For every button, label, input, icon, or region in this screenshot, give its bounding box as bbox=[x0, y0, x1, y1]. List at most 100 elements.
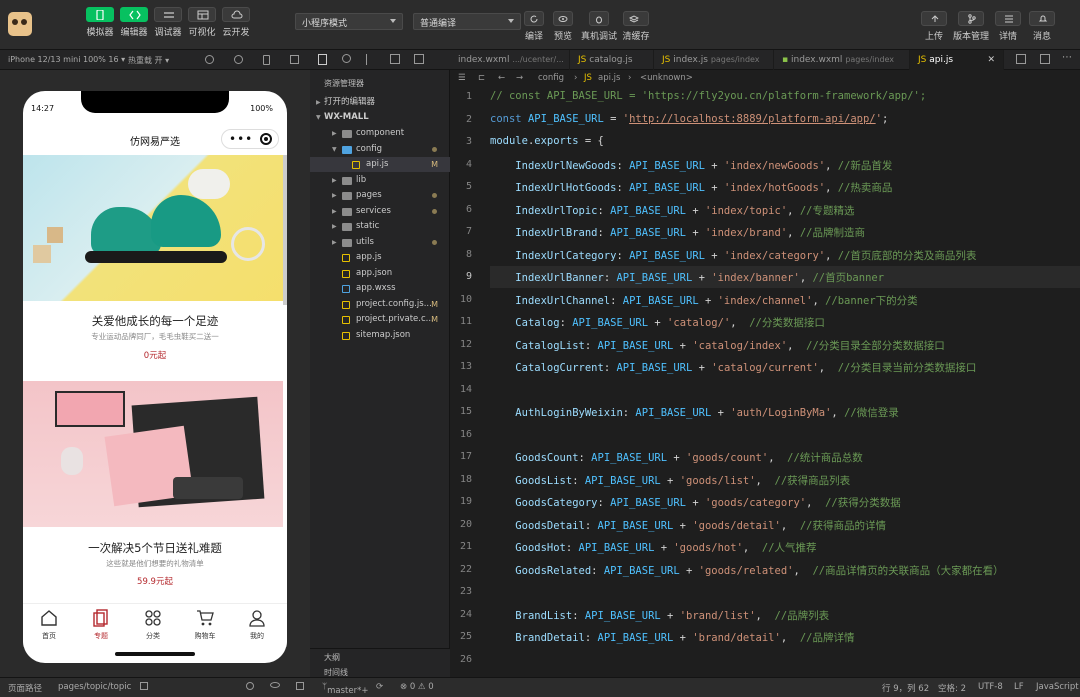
debug-icon[interactable] bbox=[390, 54, 400, 64]
tab-index-wxml-ucenter[interactable]: index.wxml .../ucenter/... bbox=[450, 50, 570, 70]
tree-item[interactable]: ▶ component bbox=[310, 126, 450, 141]
tree-item[interactable]: app.wxss bbox=[310, 281, 450, 296]
eye-icon[interactable] bbox=[270, 682, 280, 688]
source-control-icon[interactable] bbox=[366, 54, 375, 65]
messages-button[interactable]: 消息 bbox=[1020, 11, 1064, 42]
files-icon[interactable] bbox=[318, 54, 327, 65]
tree-item[interactable]: ▶ utils bbox=[310, 235, 450, 250]
sync-icon[interactable]: ⟳ bbox=[376, 682, 383, 692]
open-editors-section[interactable]: ▶ 打开的编辑器 bbox=[310, 95, 450, 110]
topic-price: 59.9元起 bbox=[137, 577, 173, 587]
mode-select[interactable]: 小程序模式 bbox=[295, 13, 403, 30]
tab-cart[interactable]: 购物车 bbox=[179, 608, 231, 641]
split-icon[interactable] bbox=[290, 55, 299, 64]
code-line: CatalogList: API_BASE_URL + 'catalog/ind… bbox=[515, 339, 945, 352]
menu-icon[interactable]: ☰ bbox=[458, 70, 466, 86]
clear-cache-button[interactable]: 清缓存 bbox=[614, 11, 658, 42]
code-line: GoodsHot: API_BASE_URL + 'goods/hot', //… bbox=[515, 542, 817, 554]
status-bar: 页面路径 pages/topic/topic ᛘ master*+ ⟳ ⊗ 0 … bbox=[0, 677, 1080, 697]
topic-image-gifts[interactable] bbox=[23, 381, 283, 527]
tab-mine[interactable]: 我的 bbox=[231, 608, 283, 641]
chevron-icon[interactable]: ▼ bbox=[332, 142, 337, 157]
bookmark-icon[interactable]: ⊏ bbox=[478, 70, 485, 86]
phone-icon bbox=[86, 7, 114, 22]
code-line: IndexUrlChannel: API_BASE_URL + 'index/c… bbox=[515, 294, 918, 307]
chevron-icon[interactable]: ▶ bbox=[332, 204, 337, 219]
scrollbar[interactable] bbox=[283, 155, 287, 305]
chevron-icon[interactable]: ▶ bbox=[332, 188, 337, 203]
tree-item[interactable]: app.js bbox=[310, 250, 450, 265]
language-mode[interactable]: JavaScript bbox=[1036, 682, 1079, 692]
chevron-icon[interactable]: ▶ bbox=[332, 235, 337, 250]
extensions-icon[interactable] bbox=[414, 54, 424, 64]
split-editor-icon[interactable] bbox=[1016, 54, 1026, 64]
tree-item[interactable]: sitemap.json bbox=[310, 328, 450, 343]
chevron-icon[interactable]: ▶ bbox=[332, 126, 337, 141]
project-section[interactable]: ▼ WX-MALL bbox=[310, 110, 450, 125]
code-line: GoodsRelated: API_BASE_URL + 'goods/rela… bbox=[515, 564, 1004, 577]
copy-icon[interactable] bbox=[140, 682, 148, 690]
block-shape bbox=[33, 245, 51, 263]
user-avatar[interactable] bbox=[8, 12, 32, 36]
tree-item[interactable]: ▶ lib bbox=[310, 173, 450, 188]
refresh-icon[interactable] bbox=[205, 55, 214, 64]
chevron-icon[interactable]: ▶ bbox=[332, 219, 337, 234]
phone-icon[interactable] bbox=[263, 55, 270, 65]
tree-item[interactable]: ▶ pages bbox=[310, 188, 450, 203]
forward-icon[interactable]: → bbox=[516, 70, 523, 86]
encoding[interactable]: UTF-8 bbox=[978, 682, 1003, 692]
chevron-icon[interactable]: ▶ bbox=[332, 173, 337, 188]
cursor-position[interactable]: 行 9，列 62 bbox=[882, 682, 929, 694]
stop-icon[interactable] bbox=[234, 55, 243, 64]
tab-api-js[interactable]: JS api.js ✕ bbox=[910, 50, 1004, 70]
tree-item[interactable]: project.private.c... M bbox=[310, 312, 450, 327]
tab-index-wxml[interactable]: ▪ index.wxml pages/index bbox=[774, 50, 910, 70]
hot-reload-select[interactable]: 热重载 开 ▾ bbox=[128, 55, 169, 66]
device-select[interactable]: iPhone 12/13 mini 100% 16 ▾ bbox=[8, 55, 125, 64]
layout-icon[interactable] bbox=[1040, 54, 1050, 64]
back-icon[interactable]: ← bbox=[498, 70, 505, 86]
more-icon[interactable]: ••• bbox=[229, 132, 253, 146]
close-icon[interactable] bbox=[260, 133, 272, 145]
file-icon bbox=[352, 161, 360, 169]
folder-icon bbox=[342, 192, 352, 200]
tree-item[interactable]: ▶ static bbox=[310, 219, 450, 234]
topic-image-shoes[interactable] bbox=[23, 155, 283, 301]
line-number: 4 bbox=[465, 158, 472, 170]
tree-item[interactable]: project.config.js... M bbox=[310, 297, 450, 312]
eol[interactable]: LF bbox=[1014, 682, 1024, 692]
problems-count[interactable]: ⊗ 0 ⚠ 0 bbox=[400, 682, 434, 692]
tree-item[interactable]: ▶ services bbox=[310, 204, 450, 219]
status-time: 14:27 bbox=[31, 104, 55, 113]
mini-program-capsule[interactable]: ••• bbox=[221, 129, 279, 149]
shoe-shape bbox=[151, 195, 221, 247]
home-icon bbox=[41, 610, 57, 626]
line-number: 20 bbox=[459, 518, 472, 530]
indent-setting[interactable]: 空格: 2 bbox=[938, 682, 966, 694]
tree-item[interactable]: app.json bbox=[310, 266, 450, 281]
tab-catalog-js[interactable]: JS catalog.js bbox=[570, 50, 654, 70]
outline-section[interactable]: 大纲 时间线 bbox=[310, 648, 450, 678]
git-branch[interactable]: ᛘ master*+ bbox=[322, 682, 368, 696]
more-icon[interactable] bbox=[296, 682, 304, 690]
tab-home[interactable]: 首页 bbox=[23, 608, 75, 641]
tab-index-js[interactable]: JS index.js pages/index bbox=[654, 50, 774, 70]
close-icon[interactable]: ✕ bbox=[987, 50, 995, 70]
folder-icon bbox=[342, 130, 352, 138]
bug-icon[interactable] bbox=[246, 682, 254, 690]
code-editor[interactable]: 1 // const API_BASE_URL = 'https://fly2yo… bbox=[450, 86, 1080, 677]
tab-category[interactable]: 分类 bbox=[127, 608, 179, 641]
tab-bar: 首页 专题 分类 购物车 我的 bbox=[23, 603, 287, 647]
tree-item[interactable]: ▼ config bbox=[310, 142, 450, 157]
upload-icon bbox=[921, 11, 947, 26]
line-number: 6 bbox=[465, 203, 472, 215]
cloud-button[interactable]: 云开发 bbox=[214, 7, 258, 38]
page-path[interactable]: pages/topic/topic bbox=[58, 682, 131, 692]
compile-mode-select[interactable]: 普通编译 bbox=[413, 13, 521, 30]
line-number: 22 bbox=[459, 563, 472, 575]
modified-badge: M bbox=[431, 160, 438, 169]
tab-topic[interactable]: 专题 bbox=[75, 608, 127, 641]
search-icon[interactable] bbox=[342, 54, 351, 63]
more-icon[interactable]: ⋯ bbox=[1062, 52, 1072, 63]
tree-item[interactable]: api.js M bbox=[310, 157, 450, 172]
